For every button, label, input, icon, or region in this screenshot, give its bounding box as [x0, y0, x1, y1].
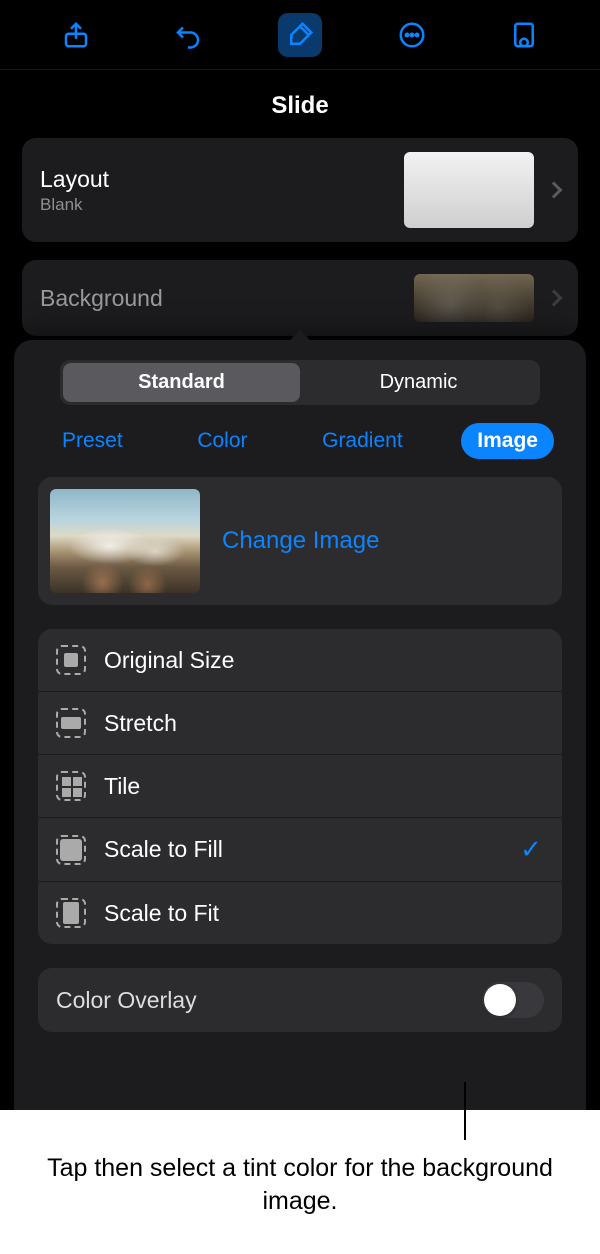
tab-gradient[interactable]: Gradient	[306, 423, 419, 459]
background-popover: Standard Dynamic Preset Color Gradient I…	[14, 340, 586, 1110]
option-scale-to-fit[interactable]: Scale to Fit	[38, 881, 562, 944]
change-image-card: Change Image	[38, 477, 562, 605]
undo-button[interactable]	[166, 13, 210, 57]
tab-preset[interactable]: Preset	[46, 423, 139, 459]
layout-section: Layout Blank	[22, 138, 578, 242]
color-overlay-label: Color Overlay	[56, 987, 197, 1014]
original-size-icon	[56, 645, 86, 675]
format-button[interactable]	[278, 13, 322, 57]
chevron-right-icon	[546, 290, 563, 307]
option-scale-to-fill[interactable]: Scale to Fill ✓	[38, 817, 562, 881]
background-row[interactable]: Background	[22, 260, 578, 336]
background-label: Background	[40, 285, 414, 312]
layout-row[interactable]: Layout Blank	[22, 138, 578, 242]
layout-name: Blank	[40, 195, 109, 215]
document-settings-button[interactable]	[502, 13, 546, 57]
color-overlay-switch[interactable]	[482, 982, 544, 1018]
scale-to-fill-icon	[56, 835, 86, 865]
stretch-icon	[56, 708, 86, 738]
tab-color[interactable]: Color	[181, 423, 263, 459]
more-icon	[397, 20, 427, 50]
scale-to-fit-icon	[56, 898, 86, 928]
layout-label: Layout	[40, 166, 109, 193]
fill-mode-segmented[interactable]: Standard Dynamic	[60, 360, 540, 405]
change-image-button[interactable]: Change Image	[222, 527, 379, 555]
segment-standard[interactable]: Standard	[63, 363, 300, 402]
panel-title: Slide	[0, 70, 600, 138]
chevron-right-icon	[546, 182, 563, 199]
option-tile[interactable]: Tile	[38, 754, 562, 817]
option-stretch[interactable]: Stretch	[38, 691, 562, 754]
fill-type-tabs: Preset Color Gradient Image	[30, 423, 570, 477]
color-overlay-row: Color Overlay	[38, 968, 562, 1032]
layout-thumbnail	[404, 152, 534, 228]
format-brush-icon	[285, 20, 315, 50]
background-thumbnail	[414, 274, 534, 322]
image-thumbnail	[50, 489, 200, 593]
tab-image[interactable]: Image	[461, 423, 554, 459]
switch-knob	[484, 984, 516, 1016]
segment-dynamic[interactable]: Dynamic	[300, 363, 537, 402]
share-icon	[61, 20, 91, 50]
share-button[interactable]	[54, 13, 98, 57]
scale-options-list: Original Size Stretch Tile Scale to Fill…	[38, 629, 562, 944]
undo-icon	[173, 20, 203, 50]
document-settings-icon	[509, 20, 539, 50]
top-toolbar	[0, 0, 600, 70]
checkmark-icon: ✓	[518, 834, 544, 865]
tile-icon	[56, 771, 86, 801]
callout-text: Tap then select a tint color for the bac…	[20, 1152, 580, 1217]
more-button[interactable]	[390, 13, 434, 57]
background-section: Background	[22, 260, 578, 336]
option-original-size[interactable]: Original Size	[38, 629, 562, 691]
callout-leader-line	[464, 1082, 466, 1140]
